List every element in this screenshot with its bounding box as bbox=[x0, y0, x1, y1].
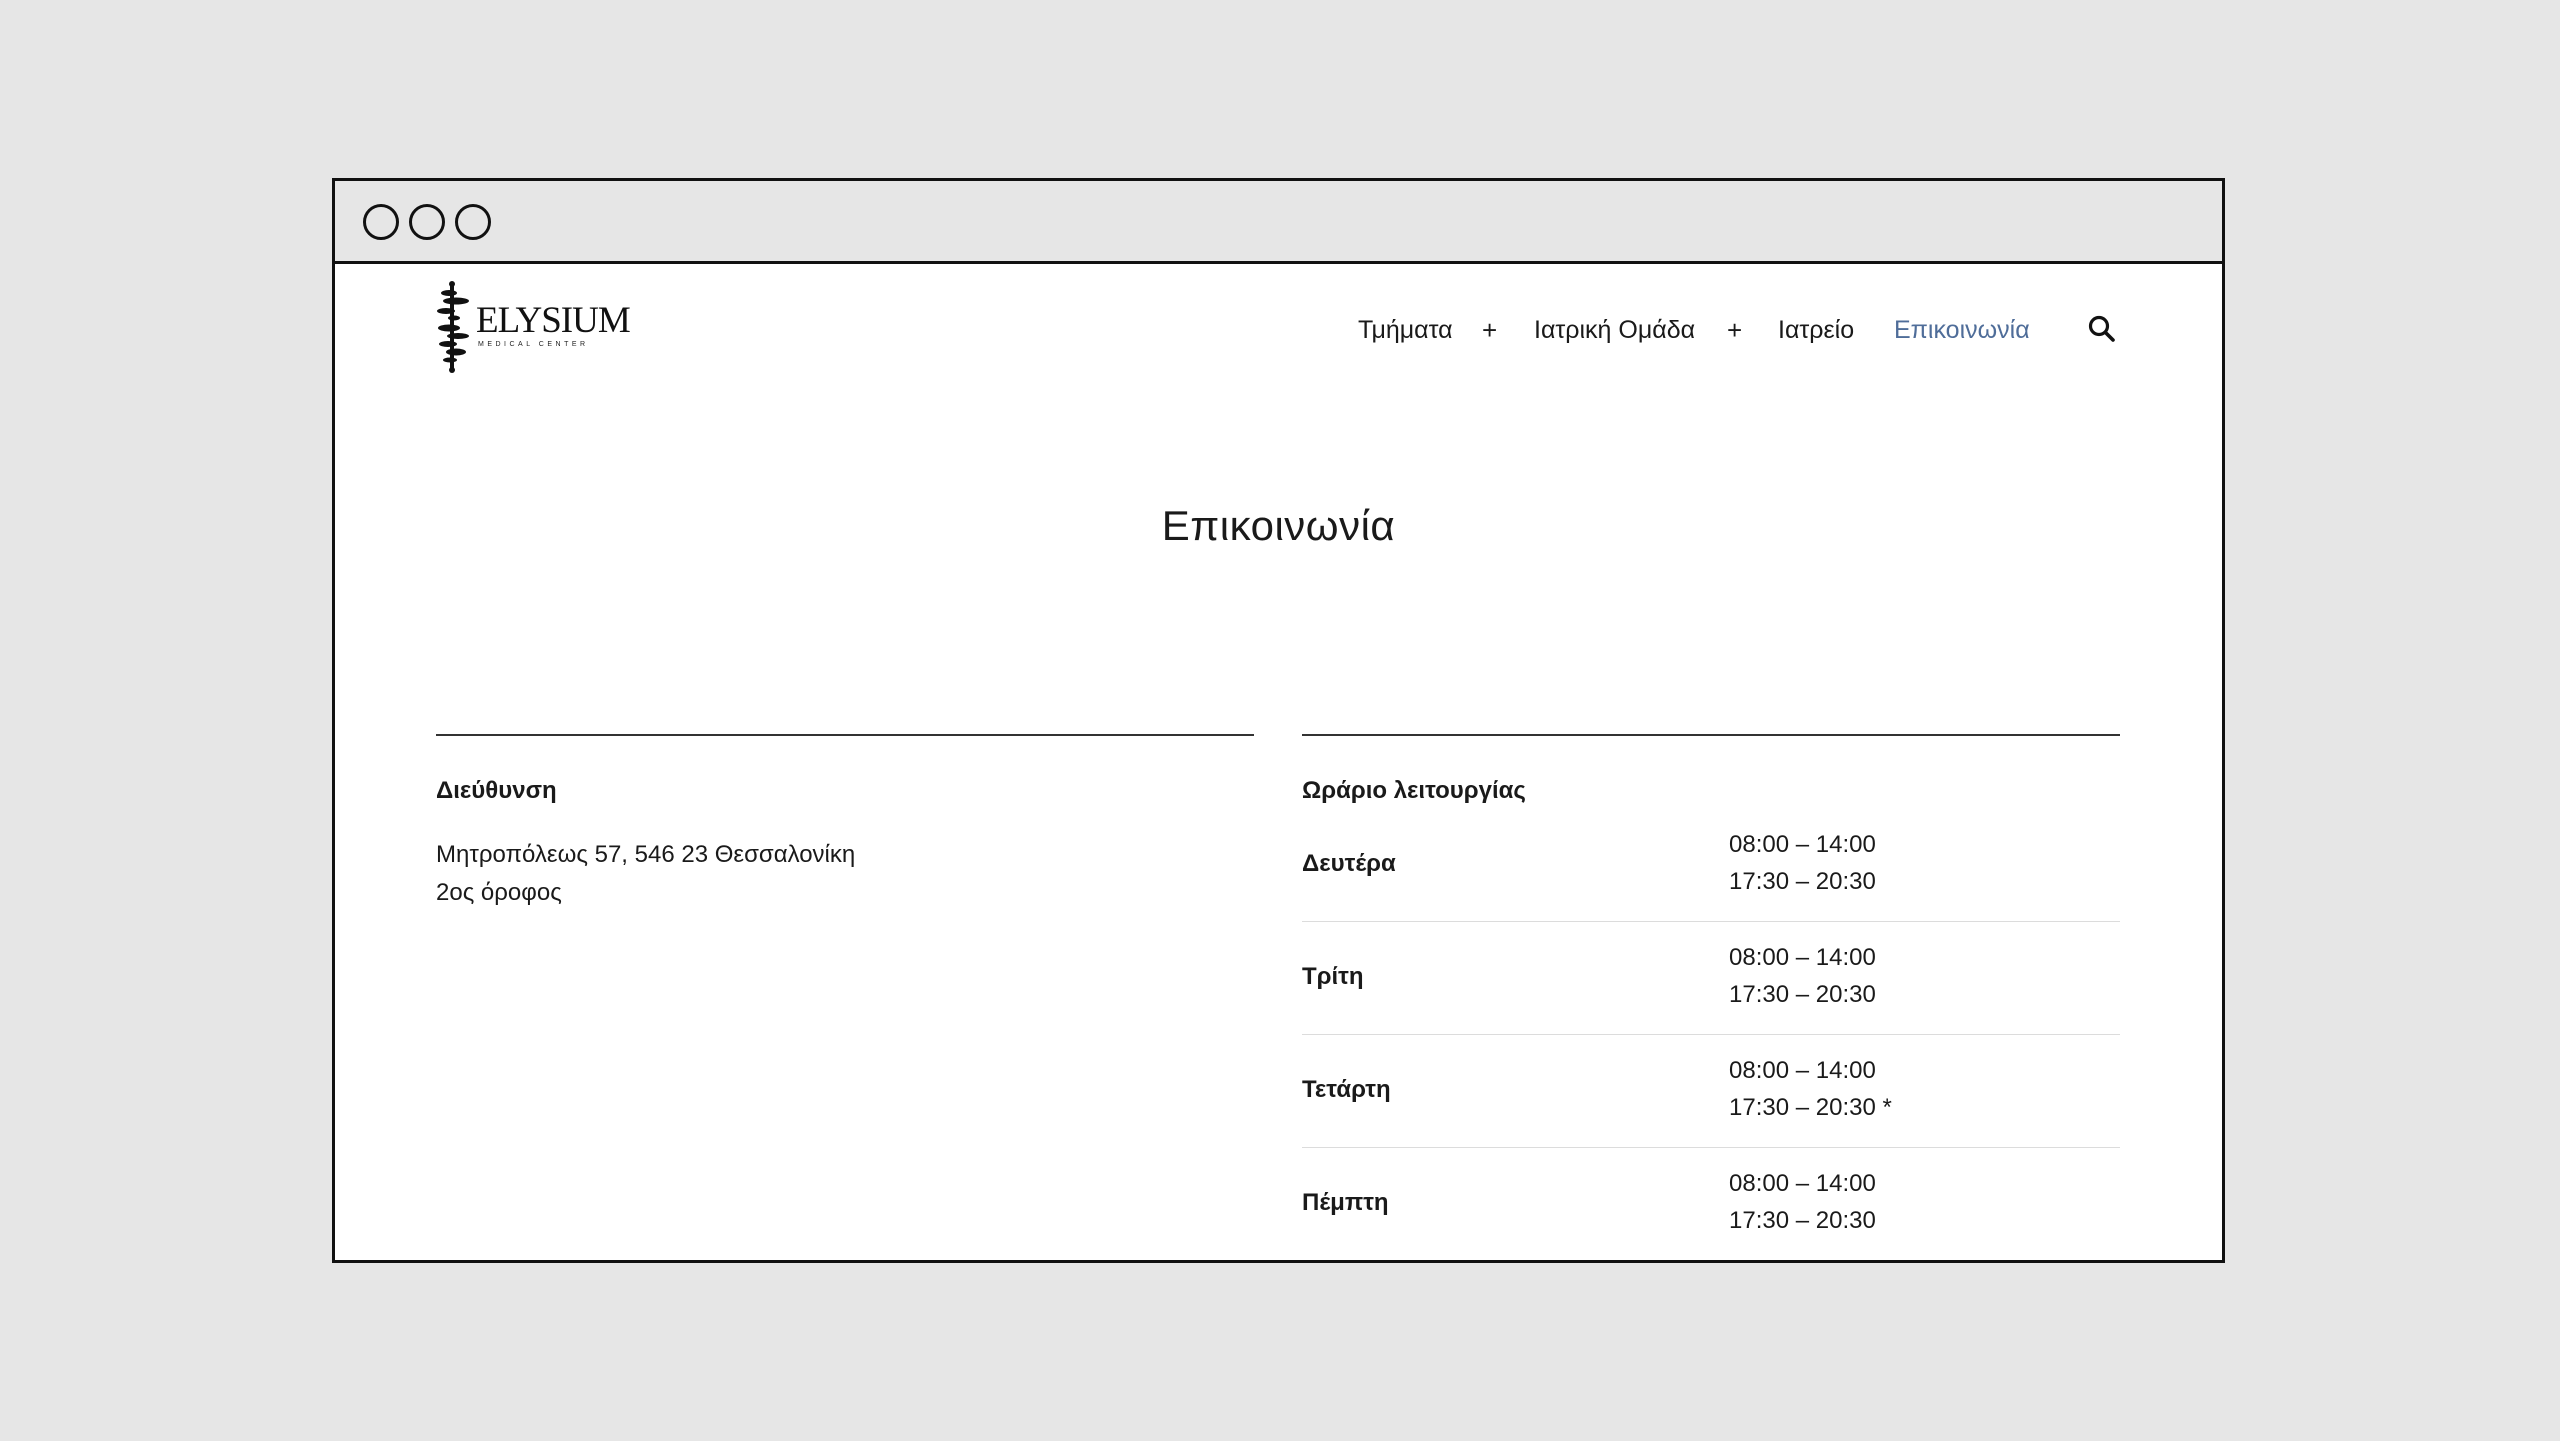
page-content: ELYSIUM MEDICAL CENTER Τμήματα + Ιατρική… bbox=[335, 264, 2222, 1260]
address-line-street: Μητροπόλεως 57, 546 23 Θεσσαλονίκη bbox=[436, 841, 856, 868]
hours-row: Τετάρτη 08:00 – 14:00 17:30 – 20:30 * bbox=[1302, 1035, 2120, 1148]
window-control-maximize[interactable] bbox=[455, 204, 491, 240]
browser-titlebar bbox=[335, 181, 2222, 264]
hours-divider bbox=[1302, 734, 2120, 736]
hours-day: Τρίτη bbox=[1302, 963, 1364, 990]
hours-row: Πέμπτη 08:00 – 14:00 17:30 – 20:30 bbox=[1302, 1148, 2120, 1260]
hours-row: Τρίτη 08:00 – 14:00 17:30 – 20:30 bbox=[1302, 922, 2120, 1035]
hours-morning: 08:00 – 14:00 bbox=[1729, 944, 1876, 971]
main-navigation: Τμήματα + Ιατρική Ομάδα + Ιατρείο Επικοι… bbox=[335, 310, 2222, 350]
hours-morning: 08:00 – 14:00 bbox=[1729, 831, 1876, 858]
nav-expand-medical-team[interactable]: + bbox=[1727, 310, 1742, 350]
browser-window: ELYSIUM MEDICAL CENTER Τμήματα + Ιατρική… bbox=[332, 178, 2225, 1263]
nav-item-medical-team[interactable]: Ιατρική Ομάδα bbox=[1534, 310, 1695, 350]
search-icon[interactable] bbox=[2087, 314, 2117, 344]
address-heading: Διεύθυνση bbox=[436, 777, 557, 804]
address-divider bbox=[436, 734, 1254, 736]
address-line-floor: 2ος όροφος bbox=[436, 879, 562, 906]
hours-evening: 17:30 – 20:30 bbox=[1729, 981, 1876, 1008]
page-title: Επικοινωνία bbox=[1161, 502, 1396, 549]
nav-item-contact[interactable]: Επικοινωνία bbox=[1894, 310, 2030, 350]
hours-row: Δευτέρα 08:00 – 14:00 17:30 – 20:30 bbox=[1302, 809, 2120, 922]
nav-item-clinic[interactable]: Ιατρείο bbox=[1778, 310, 1854, 350]
hours-day: Πέμπτη bbox=[1302, 1189, 1389, 1216]
hours-evening: 17:30 – 20:30 bbox=[1729, 1207, 1876, 1234]
nav-expand-departments[interactable]: + bbox=[1482, 310, 1497, 350]
hours-evening: 17:30 – 20:30 bbox=[1729, 868, 1876, 895]
hours-day: Δευτέρα bbox=[1302, 850, 1396, 877]
hours-heading: Ωράριο λειτουργίας bbox=[1302, 777, 1526, 804]
nav-item-departments[interactable]: Τμήματα bbox=[1358, 310, 1453, 350]
hours-day: Τετάρτη bbox=[1302, 1076, 1391, 1103]
hours-morning: 08:00 – 14:00 bbox=[1729, 1057, 1876, 1084]
window-control-minimize[interactable] bbox=[409, 204, 445, 240]
hours-morning: 08:00 – 14:00 bbox=[1729, 1170, 1876, 1197]
hours-evening: 17:30 – 20:30 * bbox=[1729, 1094, 1892, 1121]
window-control-close[interactable] bbox=[363, 204, 399, 240]
